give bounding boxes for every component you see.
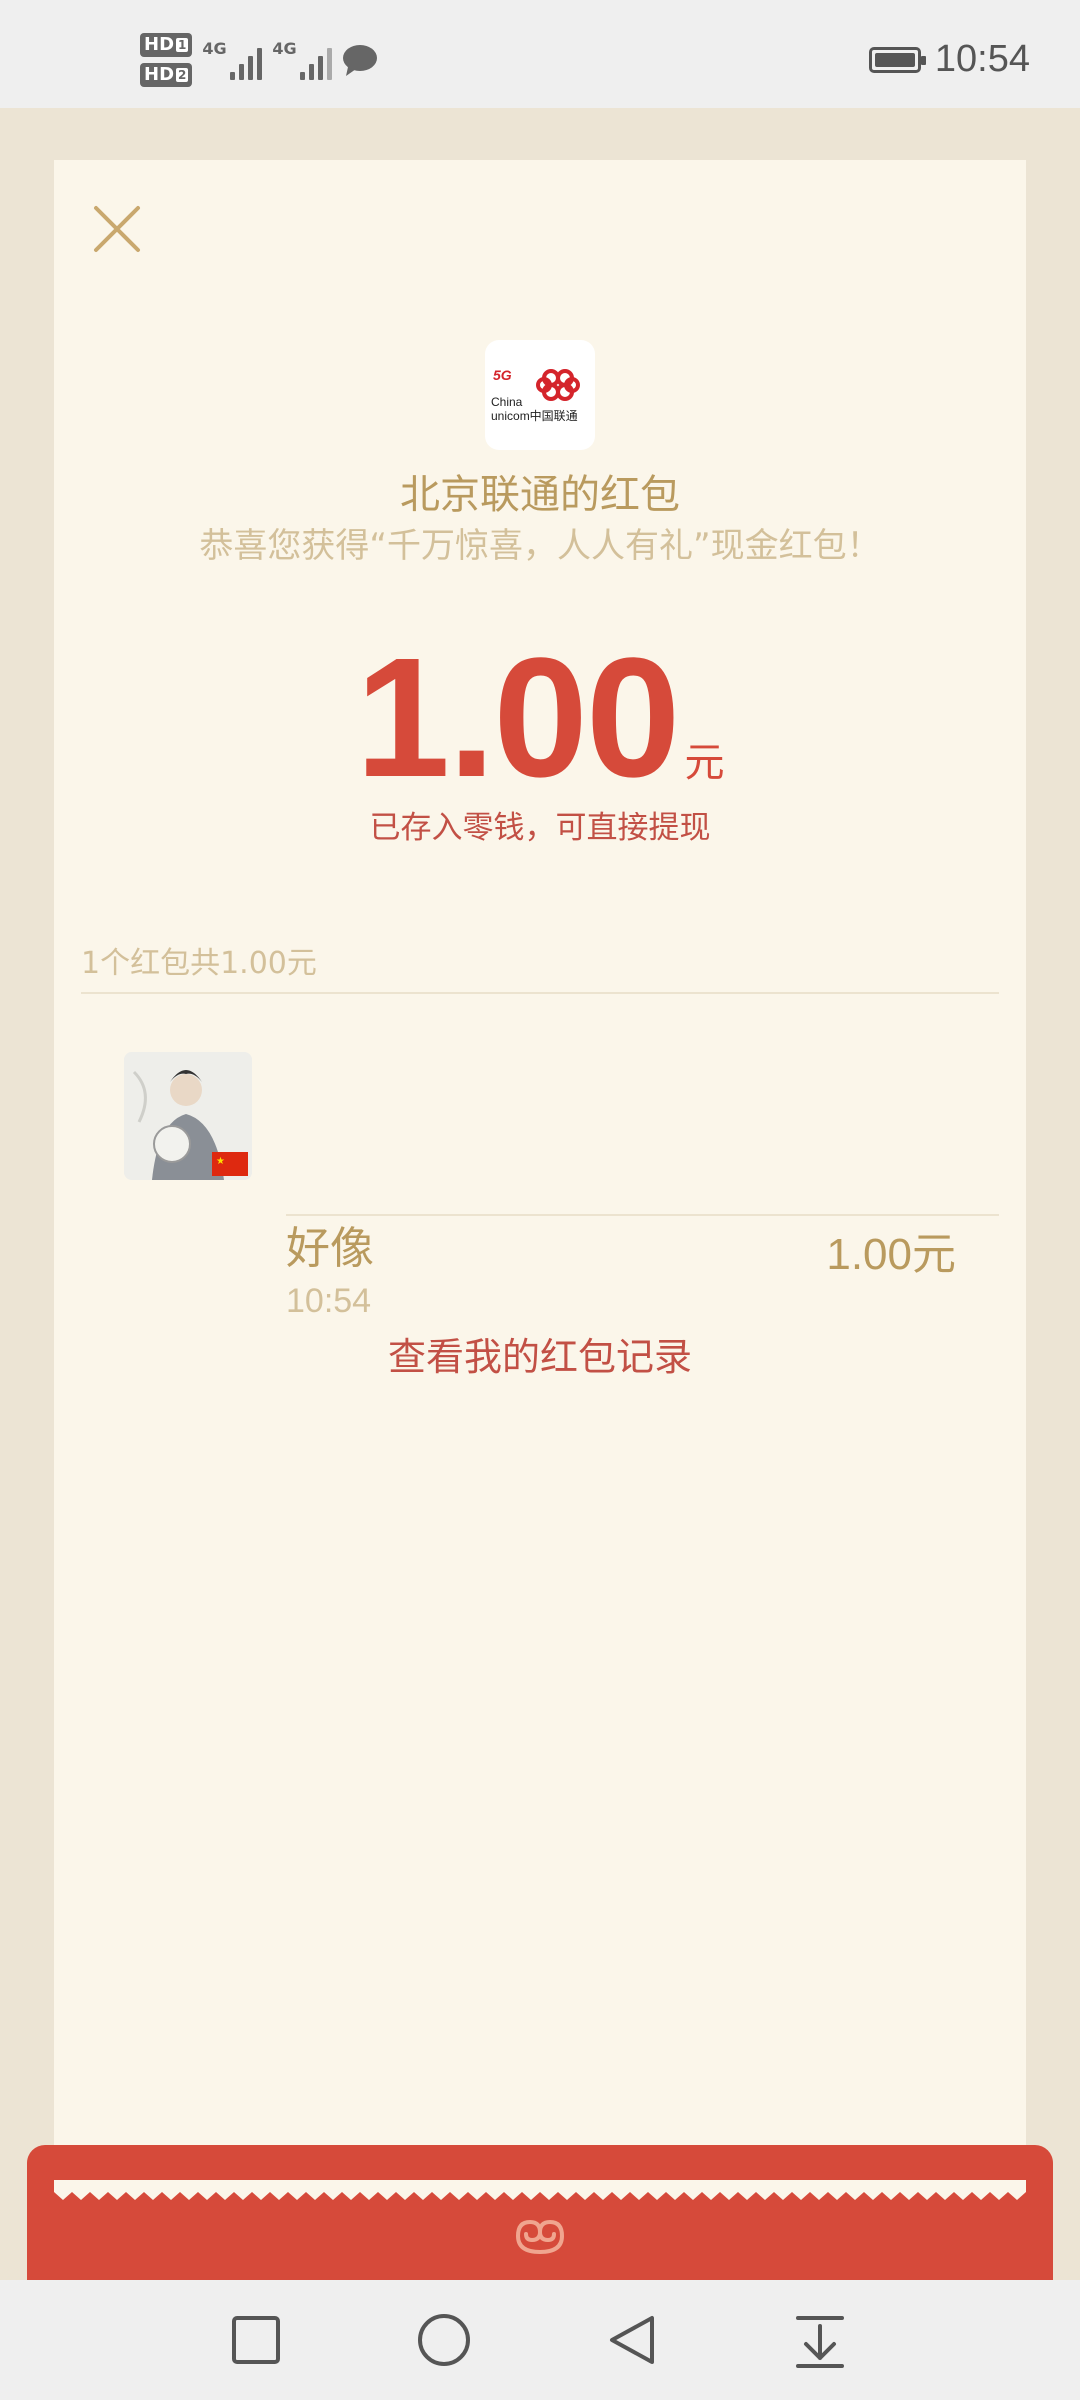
packet-summary: 1个红包共1.00元 [81,946,317,981]
divider [81,992,999,994]
notification-pull-button[interactable] [790,2310,850,2370]
recipient-name: 好像 [286,1223,374,1274]
signal-icon: 4G [272,40,333,80]
amount-value: 1.00 [355,623,681,813]
stored-note: 已存入零钱，可直接提现 [369,810,711,846]
home-button[interactable] [414,2310,474,2370]
avatar[interactable]: ★ [124,1052,252,1180]
red-packet-card: 5G China unicom中国联通 北京联通的红包 恭喜您获得“千万惊喜，人… [54,160,1026,2200]
recipient-amount: 1.00元 [826,1230,956,1279]
message-icon [343,45,378,76]
back-button[interactable] [602,2310,662,2370]
status-left: HD 1 HD 2 4G 4G [140,30,378,90]
battery-icon [868,46,926,73]
close-icon[interactable] [90,202,144,256]
signal-icon: 4G [202,40,263,80]
china-unicom-logo: 5G China unicom中国联通 [485,340,595,450]
recipient-time: 10:54 [286,1282,372,1320]
zigzag-edge [54,2180,1026,2200]
divider [286,1214,999,1216]
cloud-emblem-icon [515,2219,565,2254]
status-right: 10:54 [868,38,1030,81]
amount-currency: 元 [684,740,725,786]
navigation-bar [0,2280,1080,2400]
packet-title: 北京联通的红包 [400,472,680,518]
clock: 10:54 [934,38,1030,80]
packet-subtitle: 恭喜您获得“千万惊喜，人人有礼”现金红包！ [199,526,881,566]
recent-apps-button[interactable] [226,2310,286,2370]
svg-text:China: China [491,395,523,409]
view-records-link[interactable]: 查看我的红包记录 [54,1326,1026,1381]
hd-sim1-icon: HD 1 [140,33,193,57]
status-bar: HD 1 HD 2 4G 4G 10:54 [0,0,1080,108]
svg-text:unicom中国联通: unicom中国联通 [491,408,578,423]
amount-display: 1.00 元 [54,620,1026,816]
logo-5g-text: 5G [493,367,512,383]
svg-text:★: ★ [216,1156,225,1167]
hd-sim2-icon: HD 2 [140,63,193,87]
